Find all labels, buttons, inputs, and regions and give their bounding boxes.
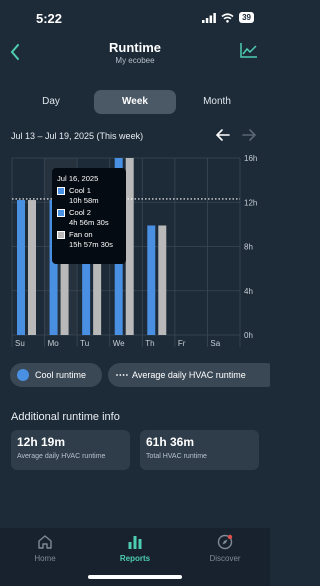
runtime-chart: 16h 12h 8h 4h 0h Su Mo Tu We Th Fr Sa (0, 150, 270, 355)
x-tick-label: Fr (178, 339, 186, 348)
y-tick-label: 16h (244, 154, 257, 163)
x-tick-label: Sa (210, 339, 220, 348)
tooltip-row-label: Cool 1 (69, 186, 91, 195)
average-hvac-chip[interactable]: Average daily HVAC runtime (108, 363, 270, 387)
y-tick-label: 0h (244, 331, 253, 340)
tooltip-row-cool2: Cool 2 4h 56m 30s (57, 208, 121, 228)
bar-su-series-0 (17, 200, 25, 335)
tooltip-row-fan: Fan on 15h 57m 30s (57, 230, 121, 250)
nav-home-label: Home (34, 554, 56, 563)
arrow-left-icon (215, 129, 230, 141)
tooltip-date: Jul 16, 2025 (57, 174, 99, 183)
bar-chart-icon (128, 536, 142, 549)
trend-chart-button[interactable] (240, 42, 262, 62)
y-tick-label: 12h (244, 198, 257, 207)
additional-info-title: Additional runtime info (11, 411, 120, 423)
legend-chips: Cool runtime Average daily HVAC runtime (10, 363, 270, 387)
bar-th-series-0 (147, 225, 156, 335)
status-bar: 5:22 39 (0, 0, 270, 30)
nav-home[interactable]: Home (10, 534, 80, 563)
cool-runtime-chip-label: Cool runtime (35, 370, 87, 380)
previous-week-button[interactable] (214, 126, 232, 144)
next-week-button[interactable] (240, 126, 258, 144)
tooltip-row-value: 10h 58m (69, 196, 99, 205)
compass-icon (217, 534, 233, 550)
x-tick-label: Su (15, 339, 25, 348)
tooltip-row-label: Cool 2 (69, 208, 91, 217)
status-time: 5:22 (36, 11, 63, 26)
status-icons: 39 (202, 12, 254, 23)
home-indicator (88, 575, 182, 579)
nav-discover-label: Discover (209, 554, 241, 563)
cool-runtime-chip[interactable]: Cool runtime (10, 363, 102, 387)
tooltip-row-label: Fan on (69, 230, 93, 239)
nav-discover[interactable]: Discover (190, 534, 260, 563)
y-tick-label: 4h (244, 287, 253, 296)
dotted-line-icon (116, 374, 128, 376)
runtime-chart-svg: 16h 12h 8h 4h 0h Su Mo Tu We Th Fr Sa (11, 154, 257, 348)
bar-we-series-1 (125, 158, 134, 335)
cool-runtime-dot (17, 369, 29, 381)
tooltip-swatch (57, 231, 65, 239)
arrow-right-icon (242, 129, 257, 141)
x-tick-label: Th (145, 339, 154, 348)
tab-day[interactable]: Day (18, 90, 84, 114)
wifi-icon (221, 12, 234, 23)
page-title: Runtime (109, 40, 161, 55)
page-subtitle: My ecobee (115, 56, 155, 65)
total-runtime-label: Total HVAC runtime (146, 453, 207, 460)
average-hvac-chip-label: Average daily HVAC runtime (132, 370, 246, 380)
tooltip-swatch (57, 209, 65, 217)
date-range-label: Jul 13 – Jul 19, 2025 (This week) (11, 131, 144, 141)
bar-th-series-1 (158, 225, 167, 335)
tooltip-row-value: 4h 56m 30s (69, 218, 109, 227)
battery-indicator: 39 (239, 12, 254, 23)
tooltip-row-cool1: Cool 1 10h 58m (57, 186, 121, 206)
header: Runtime My ecobee (0, 34, 270, 70)
tooltip-row-value: 15h 57m 30s (69, 240, 113, 249)
home-icon (38, 535, 52, 549)
x-tick-label: Mo (48, 339, 60, 348)
total-runtime-value: 61h 36m (146, 435, 195, 449)
y-tick-label: 8h (244, 243, 253, 252)
tab-month[interactable]: Month (184, 90, 250, 114)
tooltip-swatch (57, 187, 65, 195)
chart-tooltip: Jul 16, 2025 Cool 1 10h 58m Cool 2 4h 56… (52, 168, 126, 264)
total-runtime-card: 61h 36m Total HVAC runtime (140, 430, 259, 470)
line-chart-icon (240, 43, 257, 58)
average-runtime-value: 12h 19m (17, 435, 66, 449)
average-runtime-card: 12h 19m Average daily HVAC runtime (11, 430, 130, 470)
nav-reports[interactable]: Reports (100, 534, 170, 563)
bar-su-series-1 (28, 200, 36, 335)
x-tick-label: We (113, 339, 125, 348)
average-runtime-label: Average daily HVAC runtime (17, 453, 106, 460)
tab-week[interactable]: Week (94, 90, 176, 114)
x-tick-label: Tu (80, 339, 89, 348)
nav-reports-label: Reports (119, 554, 151, 563)
signal-icon (202, 12, 216, 23)
period-selector: Day Week Month (12, 90, 258, 114)
